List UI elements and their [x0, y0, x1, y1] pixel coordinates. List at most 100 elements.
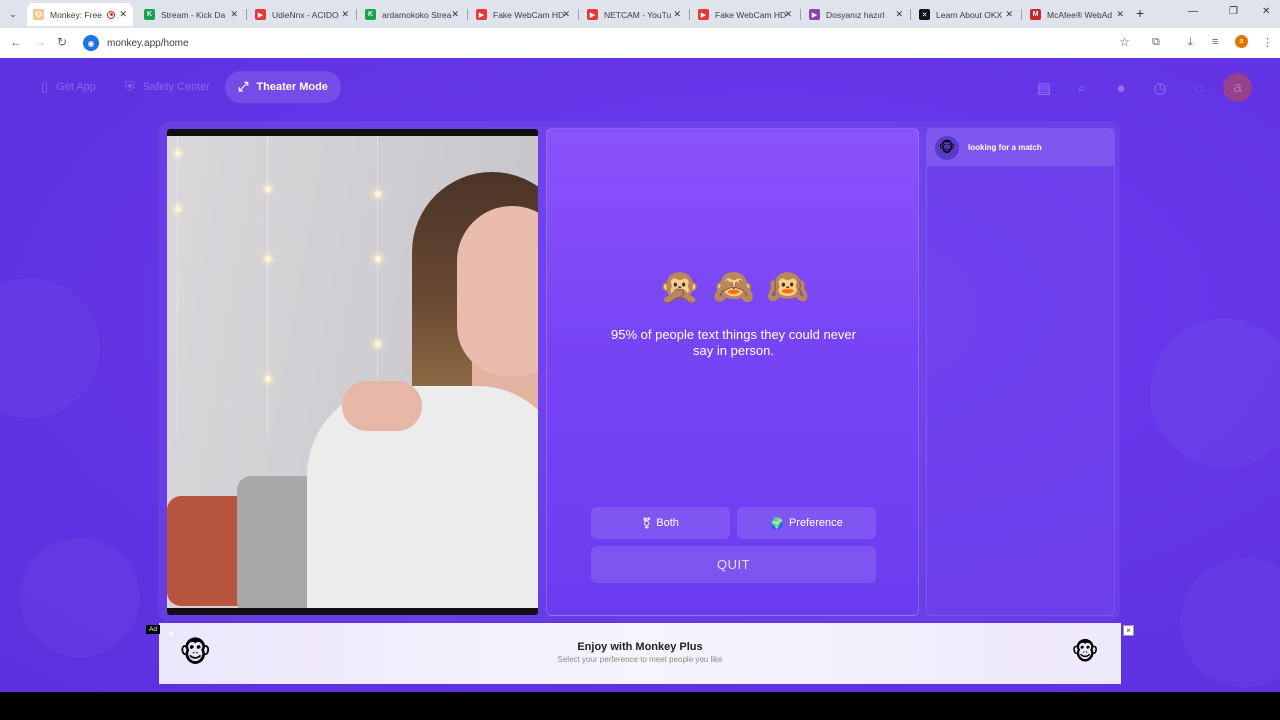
tab-favicon-icon: ▶: [587, 9, 598, 20]
tab-favicon-icon: ▶: [809, 9, 820, 20]
reload-icon[interactable]: ↻: [57, 35, 67, 49]
site-info-icon[interactable]: ◉: [83, 35, 99, 51]
minimize-icon[interactable]: —: [1188, 6, 1198, 17]
tab-close-icon[interactable]: ✕: [1005, 9, 1013, 20]
user-avatar[interactable]: a: [1223, 73, 1252, 102]
store-icon[interactable]: ▤: [1034, 78, 1054, 98]
bookmark-star-icon[interactable]: ☆: [1119, 35, 1130, 49]
person-sweater: [307, 386, 538, 608]
tab-close-icon[interactable]: ✕: [673, 9, 681, 20]
background-decor: [1150, 318, 1280, 468]
search-icon[interactable]: ⌕: [1072, 78, 1092, 98]
tab-favicon-icon: K: [144, 9, 155, 20]
monkey-page: ▯ Get App ⛨ Safety Center ⤢ Theater Mode…: [0, 58, 1280, 692]
see-no-evil-monkey-icon: 🙈: [712, 268, 755, 306]
get-app-button[interactable]: ▯ Get App: [28, 71, 109, 103]
media-control-icon[interactable]: ≡: [1212, 36, 1218, 48]
tab-close-icon[interactable]: ✕: [451, 9, 459, 20]
shield-icon: ⛨: [125, 79, 135, 94]
tab-close-icon[interactable]: ✕: [562, 9, 570, 20]
forward-icon[interactable]: →: [34, 35, 46, 49]
tab-close-icon[interactable]: ✕: [1116, 9, 1124, 20]
new-tab-icon[interactable]: +: [1136, 5, 1144, 21]
browser-tab[interactable]: ▶ NETCAM - YouTu ✕: [581, 3, 687, 26]
browser-tab[interactable]: 🐵 Monkey: Free ✕: [27, 3, 133, 26]
downloads-icon[interactable]: ⤓: [1188, 36, 1193, 49]
browser-menu-icon[interactable]: ⋮: [1262, 36, 1273, 49]
theater-mode-button[interactable]: ⤢ Theater Mode: [225, 71, 341, 103]
tab-separator: [356, 9, 357, 20]
browser-tab[interactable]: ▶ Fake WebCam HD ✕: [470, 3, 576, 26]
messages-icon[interactable]: ◌: [1189, 78, 1209, 98]
tab-title: Dosyanız hazırl: [826, 9, 885, 20]
back-icon[interactable]: ←: [10, 35, 22, 49]
ad-badge: Ad: [146, 625, 160, 634]
close-window-icon[interactable]: ✕: [1262, 6, 1270, 17]
tab-title: UdieNnx - ACIDO: [272, 9, 339, 20]
tab-close-icon[interactable]: ✕: [895, 9, 903, 20]
browser-toolbar: ← → ↻ ◉ monkey.app/home ☆ ⧉ ⤓ ≡ ⋮: [0, 28, 1280, 58]
preference-label: Preference: [788, 517, 843, 529]
video-image: [167, 136, 538, 608]
light-bulb: [375, 341, 381, 347]
gender-both-button[interactable]: ⚧ Both: [591, 507, 730, 539]
tab-favicon-icon: M: [1030, 9, 1041, 20]
ad-close-button[interactable]: ×: [1123, 625, 1134, 636]
tab-title: McAfee® WebAd: [1047, 9, 1113, 20]
string-lights: [267, 136, 270, 436]
background-decor: [0, 278, 100, 418]
restore-icon[interactable]: ❐: [1229, 6, 1238, 17]
speak-no-evil-monkey-icon: 🙊: [658, 268, 701, 306]
tab-title: Fake WebCam HD: [715, 9, 787, 20]
both-label: Both: [656, 517, 679, 529]
tab-close-icon[interactable]: ✕: [341, 9, 349, 20]
gender-icon: ⚧: [642, 517, 652, 530]
tab-separator: [578, 9, 579, 20]
url-text[interactable]: monkey.app/home: [107, 38, 189, 49]
person-face: [457, 206, 538, 376]
browser-tab[interactable]: ▶ UdieNnx - ACIDO ✕: [249, 3, 355, 26]
tab-separator: [800, 9, 801, 20]
preference-button[interactable]: 🌍 Preference: [737, 507, 876, 539]
tab-separator: [467, 9, 468, 20]
browser-tab[interactable]: ▶ Dosyanız hazırl ✕: [803, 3, 909, 26]
tab-title: Monkey: Free: [50, 9, 102, 20]
extensions-icon[interactable]: ⧉: [1152, 36, 1160, 49]
history-icon[interactable]: ◷: [1150, 78, 1170, 98]
chat-header: 🐵 looking for a match: [927, 129, 1114, 166]
browser-tab-strip: ⌄ 🐵 Monkey: Free ✕ K Stream - Kick Da ✕ ▶ UdieN…: [0, 0, 1280, 28]
tab-close-icon[interactable]: ✕: [230, 9, 238, 20]
person-shoulder: [342, 381, 422, 431]
quit-button[interactable]: QUIT: [591, 546, 876, 583]
browser-tab[interactable]: ✕ Learn About OKX ✕: [913, 3, 1019, 26]
match-status-text: looking for a match: [968, 143, 1042, 152]
tab-favicon-icon: ✕: [919, 9, 930, 20]
tab-separator: [689, 9, 690, 20]
match-panel: 🙊 🙈 🙉 95% of people text things they cou…: [546, 128, 919, 616]
tab-title: Stream - Kick Da: [161, 9, 226, 20]
tab-close-icon[interactable]: ✕: [784, 9, 792, 20]
expand-icon: ⤢: [238, 79, 249, 94]
background-decor: [1180, 558, 1280, 688]
monkey-avatar-icon: 🐵: [935, 135, 959, 160]
tab-search-chevron-icon[interactable]: ⌄: [4, 5, 22, 23]
browser-tab[interactable]: Kardamokoko Strea ✕: [359, 3, 465, 26]
browser-tab[interactable]: M McAfee® WebAd ✕: [1024, 3, 1130, 26]
browser-tab[interactable]: ▶ Fake WebCam HD ✕: [692, 3, 798, 26]
profile-avatar[interactable]: a: [1235, 35, 1248, 48]
recording-indicator-icon: [107, 10, 115, 19]
ad-banner[interactable]: Ad × ✦ 🐵 Enjoy with Monkey Plus Select y…: [146, 623, 1134, 684]
friends-icon[interactable]: ●: [1111, 78, 1131, 98]
safety-center-button[interactable]: ⛨ Safety Center: [112, 71, 223, 103]
theater-mode-label: Theater Mode: [256, 81, 328, 93]
light-bulb: [375, 191, 381, 197]
light-bulb: [175, 206, 181, 212]
tab-favicon-icon: ▶: [698, 9, 709, 20]
tab-close-icon[interactable]: ✕: [119, 9, 127, 20]
tab-title: Learn About OKX: [936, 9, 1003, 20]
address-bar[interactable]: ◉ monkey.app/home ☆: [80, 31, 1140, 55]
monkey-emojis: 🙊 🙈 🙉: [547, 267, 918, 307]
tab-title: NETCAM - YouTu: [604, 9, 672, 20]
bottom-bar: [0, 692, 1280, 720]
browser-tab[interactable]: K Stream - Kick Da ✕: [138, 3, 244, 26]
